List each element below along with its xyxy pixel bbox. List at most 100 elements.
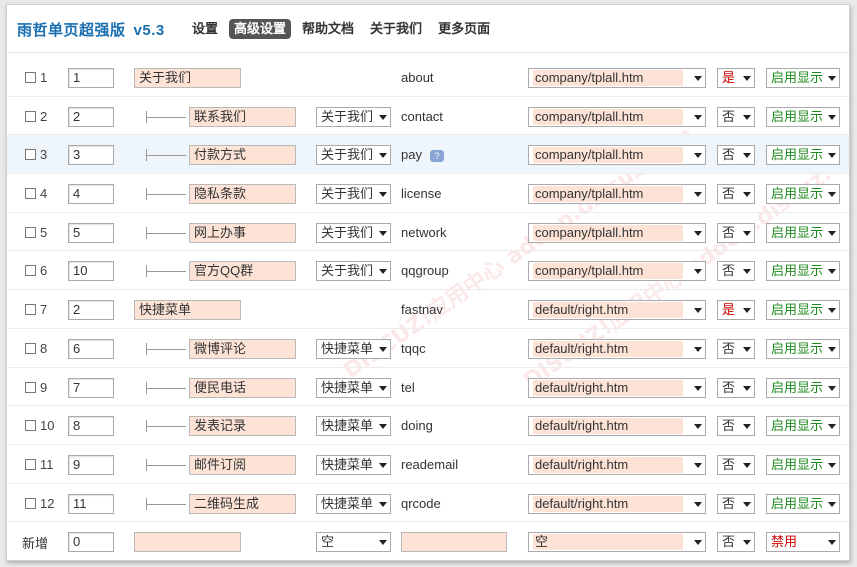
checkbox[interactable] [25,188,36,200]
order-input[interactable]: 11 [68,493,114,514]
order-input[interactable]: 5 [68,222,114,243]
checkbox[interactable] [25,458,36,470]
order-input[interactable]: 4 [68,184,114,205]
parent-select[interactable]: 快捷菜单 [316,454,391,475]
row-select[interactable]: 3 [25,147,47,162]
nav-item[interactable]: 更多页面 [433,19,495,39]
template-select[interactable]: company/tplall.htm [528,68,706,88]
status-select[interactable]: 启用显示 [766,106,840,127]
page-name-input[interactable]: 隐私条款 [189,184,296,205]
show-select[interactable]: 否 [717,493,755,514]
checkbox[interactable] [25,342,36,354]
row-select[interactable]: 1 [25,70,47,85]
parent-select[interactable]: 关于我们 [316,261,391,282]
parent-select[interactable]: 快捷菜单 [316,377,391,398]
page-name-input[interactable]: 快捷菜单 [134,300,241,321]
order-input[interactable]: 9 [68,454,114,475]
parent-select[interactable]: 快捷菜单 [316,493,391,514]
page-name-input[interactable]: 发表记录 [189,416,296,437]
template-select[interactable]: company/tplall.htm [528,145,706,166]
order-input[interactable]: 8 [68,416,114,437]
new-template-select[interactable]: 空 [528,532,706,553]
parent-select[interactable]: 关于我们 [316,106,391,127]
show-select[interactable]: 是 [717,68,755,88]
status-select[interactable]: 启用显示 [766,377,840,398]
order-input[interactable]: 10 [68,261,114,282]
parent-select[interactable]: 关于我们 [316,222,391,243]
template-select[interactable]: default/right.htm [528,377,706,398]
checkbox[interactable] [25,265,36,277]
checkbox[interactable] [25,226,36,238]
new-parent-select[interactable]: 空 [316,532,391,553]
template-select[interactable]: company/tplall.htm [528,222,706,243]
page-name-input[interactable]: 付款方式 [189,145,296,166]
row-select[interactable]: 10 [25,418,54,433]
status-select[interactable]: 启用显示 [766,416,840,437]
template-select[interactable]: company/tplall.htm [528,184,706,205]
new-status-select[interactable]: 禁用 [766,532,840,553]
template-select[interactable]: default/right.htm [528,493,706,514]
template-select[interactable]: default/right.htm [528,300,706,321]
order-input[interactable]: 2 [68,300,114,321]
show-select[interactable]: 是 [717,300,755,321]
order-input[interactable]: 7 [68,377,114,398]
template-select[interactable]: default/right.htm [528,338,706,359]
nav-item[interactable]: 高级设置 [229,19,292,39]
template-select[interactable]: default/right.htm [528,454,706,475]
template-select[interactable]: default/right.htm [528,416,706,437]
page-name-input[interactable]: 二维码生成 [189,493,296,514]
order-input[interactable]: 2 [68,106,114,127]
order-input[interactable]: 1 [68,68,114,88]
parent-select[interactable]: 关于我们 [316,184,391,205]
row-select[interactable]: 4 [25,186,47,201]
status-select[interactable]: 启用显示 [766,261,840,282]
nav-item[interactable]: 帮助文档 [297,19,359,39]
row-select[interactable]: 11 [25,457,54,472]
page-name-input[interactable]: 关于我们 [134,68,241,88]
help-icon[interactable]: ? [429,149,444,162]
new-show-select[interactable]: 否 [717,532,755,553]
show-select[interactable]: 否 [717,416,755,437]
show-select[interactable]: 否 [717,184,755,205]
checkbox[interactable] [25,381,36,393]
checkbox[interactable] [25,304,36,316]
show-select[interactable]: 否 [717,338,755,359]
page-name-input[interactable]: 网上办事 [189,222,296,243]
order-input[interactable]: 6 [68,338,114,359]
status-select[interactable]: 启用显示 [766,454,840,475]
new-key-input[interactable] [401,532,507,553]
page-name-input[interactable]: 联系我们 [189,106,296,127]
status-select[interactable]: 启用显示 [766,493,840,514]
show-select[interactable]: 否 [717,145,755,166]
status-select[interactable]: 启用显示 [766,338,840,359]
row-select[interactable]: 8 [25,341,47,356]
template-select[interactable]: company/tplall.htm [528,261,706,282]
status-select[interactable]: 启用显示 [766,300,840,321]
parent-select[interactable]: 关于我们 [316,145,391,166]
row-select[interactable]: 7 [25,302,47,317]
parent-select[interactable]: 快捷菜单 [316,416,391,437]
show-select[interactable]: 否 [717,106,755,127]
status-select[interactable]: 启用显示 [766,145,840,166]
new-order-input[interactable]: 0 [68,532,114,553]
show-select[interactable]: 否 [717,454,755,475]
parent-select[interactable]: 快捷菜单 [316,338,391,359]
page-name-input[interactable]: 邮件订阅 [189,454,296,475]
checkbox[interactable] [25,110,36,122]
row-select[interactable]: 9 [25,380,47,395]
new-name-input[interactable] [134,532,241,553]
nav-item[interactable]: 关于我们 [365,19,427,39]
checkbox[interactable] [25,72,36,83]
checkbox[interactable] [25,149,36,161]
checkbox[interactable] [25,497,36,509]
show-select[interactable]: 否 [717,377,755,398]
template-select[interactable]: company/tplall.htm [528,106,706,127]
nav-item[interactable]: 设置 [187,19,223,39]
row-select[interactable]: 6 [25,263,47,278]
status-select[interactable]: 启用显示 [766,222,840,243]
status-select[interactable]: 启用显示 [766,68,840,88]
show-select[interactable]: 否 [717,261,755,282]
row-select[interactable]: 2 [25,109,47,124]
row-select[interactable]: 5 [25,225,47,240]
status-select[interactable]: 启用显示 [766,184,840,205]
